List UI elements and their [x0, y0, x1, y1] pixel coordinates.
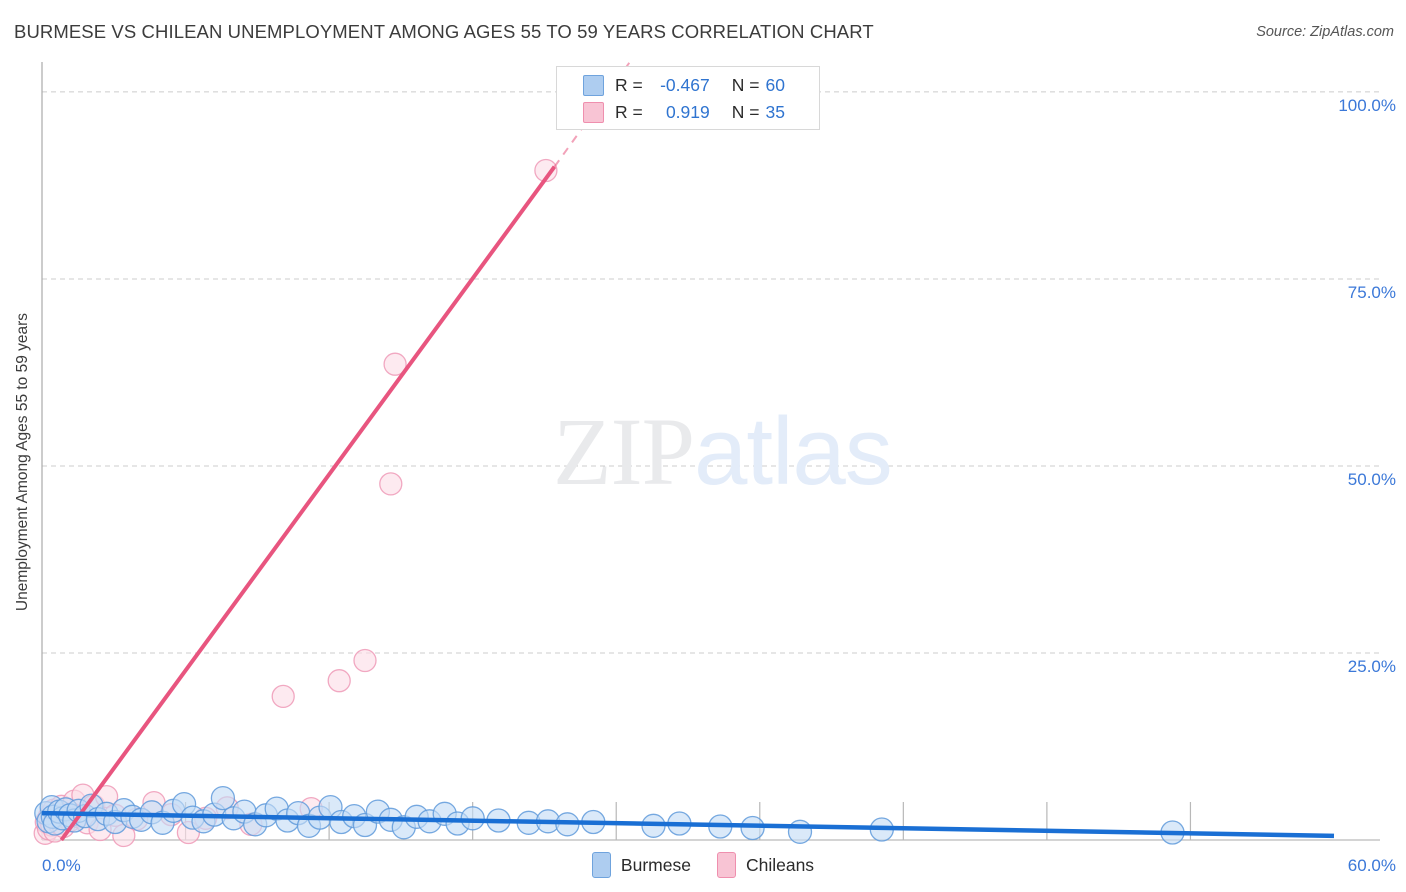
burmese-r-label: R = [615, 75, 643, 95]
series-legend: Burmese Chileans [0, 852, 1406, 878]
legend-row-burmese: R = -0.467 N = 60 [583, 72, 819, 99]
legend-item-chileans[interactable]: Chileans [716, 852, 815, 878]
chilean-points [33, 158, 558, 848]
chilean-r-value: 0.919 [665, 102, 710, 122]
legend-row-chileans: R = 0.919 N = 35 [583, 99, 819, 126]
axis-lines [41, 62, 1380, 841]
chilean-r-label: R = [615, 102, 643, 122]
burmese-legend-label: Burmese [620, 854, 691, 875]
chilean-n-value: 35 [765, 102, 785, 122]
chart-root: BURMESE VS CHILEAN UNEMPLOYMENT AMONG AG… [0, 0, 1406, 892]
chilean-trendline [59, 61, 631, 842]
correlation-stats-legend: R = -0.467 N = 60 R = 0.919 N = 35 [556, 66, 820, 130]
chilean-swatch-icon [583, 102, 604, 123]
y-tick-label-100: 100.0% [1338, 95, 1396, 115]
y-tick-label-75: 75.0% [1347, 282, 1396, 302]
burmese-legend-swatch-icon [591, 852, 611, 878]
burmese-n-value: 60 [765, 75, 785, 95]
chilean-n-label: N = [731, 102, 760, 122]
burmese-r-value: -0.467 [660, 75, 710, 95]
y-tick-label-25: 25.0% [1347, 656, 1396, 676]
scatter-plot-canvas [33, 61, 1380, 848]
burmese-swatch-icon [583, 75, 604, 96]
gridlines [42, 91, 1380, 654]
legend-item-burmese[interactable]: Burmese [591, 852, 691, 878]
burmese-n-label: N = [731, 75, 760, 95]
chilean-legend-swatch-icon [716, 852, 736, 878]
y-tick-label-50: 50.0% [1347, 469, 1396, 489]
chilean-legend-label: Chileans [745, 854, 815, 875]
